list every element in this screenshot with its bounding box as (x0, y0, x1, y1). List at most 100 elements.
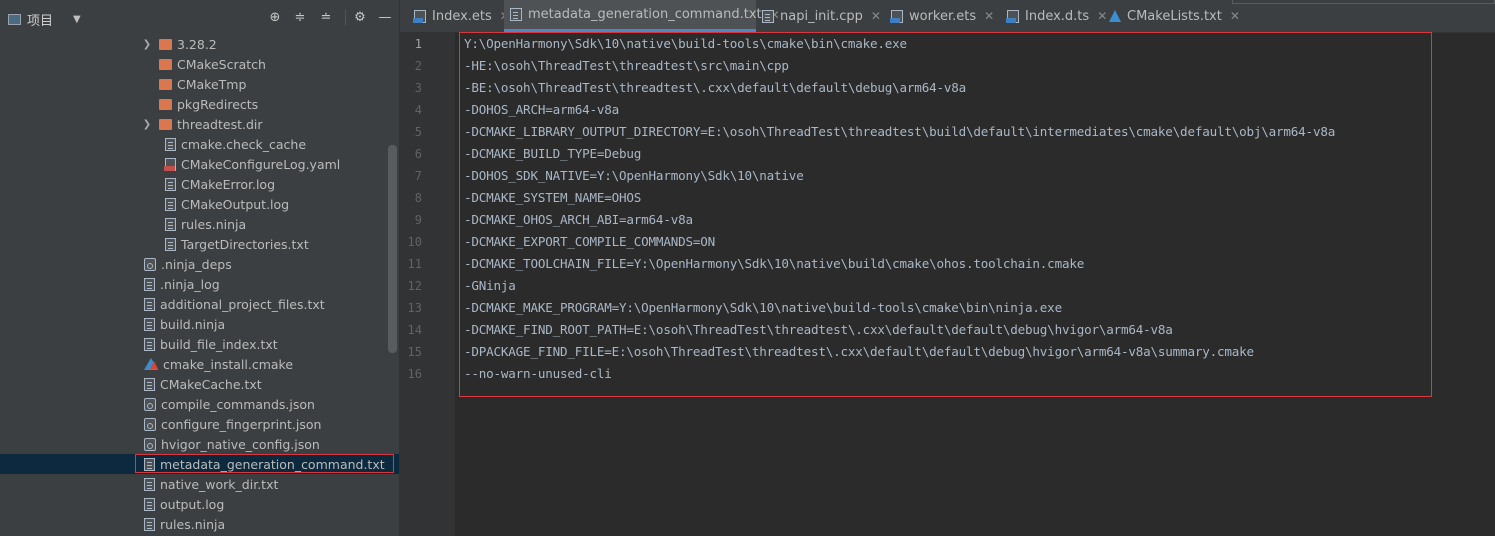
editor-tab[interactable]: Index.d.ts ✕ (1001, 0, 1107, 32)
ets-file-icon (413, 9, 426, 23)
tree-item[interactable]: compile_commands.json (0, 394, 399, 414)
line-number: 2 (414, 59, 422, 73)
folder-icon (159, 98, 172, 110)
text-file-icon (510, 8, 522, 21)
expand-all-icon[interactable]: ≑ (292, 10, 308, 26)
project-view-selector[interactable]: 项目 ▼ (8, 10, 81, 29)
tree-item-label: CMakeTmp (177, 76, 247, 92)
selected-item-highlight (135, 454, 394, 473)
chevron-down-icon[interactable]: ▼ (73, 14, 81, 25)
tab-label: worker.ets (909, 8, 977, 24)
tab-label: napi_init.cpp (780, 8, 863, 24)
text-file-icon (144, 517, 155, 531)
folder-icon (159, 38, 172, 50)
tree-item[interactable]: CMakeError.log (0, 174, 399, 194)
close-icon[interactable]: ✕ (984, 9, 994, 23)
tree-item[interactable]: pkgRedirects (0, 94, 399, 114)
tree-item-label: 3.28.2 (177, 36, 217, 52)
line-number: 1 (414, 37, 422, 51)
tab-label: Index.ets (432, 8, 492, 24)
tree-item[interactable]: CMakeCache.txt (0, 374, 399, 394)
tree-item-label: CMakeCache.txt (160, 376, 262, 392)
tree-item-label: cmake_install.cmake (163, 356, 294, 372)
tree-item-label: output.log (160, 496, 225, 512)
tree-item-label: build.ninja (160, 316, 226, 332)
tree-item[interactable]: configure_fingerprint.json (0, 414, 399, 434)
config-file-icon (144, 257, 156, 271)
config-file-icon (144, 437, 156, 451)
editor-tab[interactable]: worker.ets ✕ (885, 0, 1001, 32)
text-file-icon (144, 337, 155, 351)
text-file-icon (165, 237, 176, 251)
tree-item[interactable]: build_file_index.txt (0, 334, 399, 354)
line-number: 15 (407, 345, 422, 359)
tree-item[interactable]: CMakeOutput.log (0, 194, 399, 214)
tree-item[interactable]: CMakeTmp (0, 74, 399, 94)
line-number-gutter: 1 2 3 4 5 6 7 8 9 10 11 12 13 14 15 16 (400, 33, 455, 536)
tree-item[interactable]: .ninja_deps (0, 254, 399, 274)
tree-item[interactable]: .ninja_log (0, 274, 399, 294)
tree-scrollbar[interactable] (388, 145, 397, 353)
line-number: 4 (414, 103, 422, 117)
line-number: 5 (414, 125, 422, 139)
crosshair-icon[interactable]: ⊕ (267, 10, 283, 26)
tree-item-label: additional_project_files.txt (160, 296, 325, 312)
gear-icon[interactable]: ⚙ (352, 10, 368, 26)
tree-item[interactable]: ❯ threadtest.dir (0, 114, 399, 134)
text-file-icon (165, 217, 176, 231)
line-number: 14 (407, 323, 422, 337)
text-file-icon (144, 317, 155, 331)
folder-icon (159, 118, 172, 130)
tree-item[interactable]: hvigor_native_config.json (0, 434, 399, 454)
close-icon[interactable]: ✕ (871, 9, 881, 23)
editor-tab-bar: Index.ets✕metadata_generation_command.tx… (400, 0, 1495, 33)
tree-item[interactable]: TargetDirectories.txt (0, 234, 399, 254)
tree-item[interactable]: native_work_dir.txt (0, 474, 399, 494)
tree-item[interactable]: rules.ninja (0, 514, 399, 534)
tree-item[interactable]: metadata_generation_command.txt (0, 454, 399, 474)
chevron-right-icon[interactable]: ❯ (141, 39, 153, 50)
tree-item-label: .ninja_deps (161, 256, 232, 272)
line-number: 6 (414, 147, 422, 161)
tree-item[interactable]: additional_project_files.txt (0, 294, 399, 314)
tree-item-label: CMakeError.log (181, 176, 276, 192)
editor-tab[interactable]: napi_init.cpp ✕ (756, 0, 885, 32)
tree-item[interactable]: output.log (0, 494, 399, 514)
tree-item[interactable]: ❯ 3.28.2 (0, 34, 399, 54)
text-file-icon (762, 9, 774, 23)
editor-tab[interactable]: Index.ets✕ (408, 0, 510, 32)
config-file-icon (144, 417, 156, 431)
tree-item[interactable]: CMakeConfigureLog.yaml (0, 154, 399, 174)
tree-item[interactable]: build.ninja (0, 314, 399, 334)
collapse-all-icon[interactable]: ≐ (318, 10, 334, 26)
close-icon[interactable]: ✕ (1230, 9, 1240, 23)
tree-item[interactable]: cmake_install.cmake (0, 354, 399, 374)
ets-file-icon (890, 9, 903, 23)
tree-item-label: TargetDirectories.txt (181, 236, 309, 252)
text-file-icon (165, 137, 176, 151)
search-field-edge[interactable] (1232, 0, 1495, 4)
line-number: 7 (414, 169, 422, 183)
editor-tab[interactable]: metadata_generation_command.txt ✕ (504, 0, 780, 32)
tab-label: Index.d.ts (1025, 8, 1090, 24)
ets-file-icon (1006, 9, 1019, 23)
config-file-icon (144, 397, 156, 411)
tree-item-label: .ninja_log (160, 276, 220, 292)
tree-item[interactable]: CMakeScratch (0, 54, 399, 74)
folder-icon (159, 78, 172, 90)
text-file-icon (144, 497, 155, 511)
text-file-icon (144, 477, 155, 491)
tree-item-label: native_work_dir.txt (160, 476, 279, 492)
toolbar-divider (345, 10, 346, 26)
code-editor[interactable]: 1 2 3 4 5 6 7 8 9 10 11 12 13 14 15 16 Y:\OpenHarmony\S… (400, 32, 1495, 536)
tree-item-label: CMakeScratch (177, 56, 266, 72)
editor-tab[interactable]: CMakeLists.txt ✕ (1103, 0, 1240, 32)
text-file-icon (144, 277, 155, 291)
folder-icon (159, 58, 172, 70)
minimize-icon[interactable]: — (377, 10, 393, 26)
tree-item[interactable]: cmake.check_cache (0, 134, 399, 154)
text-file-icon (165, 177, 176, 191)
tree-item[interactable]: rules.ninja (0, 214, 399, 234)
tab-label: CMakeLists.txt (1127, 8, 1222, 24)
chevron-right-icon[interactable]: ❯ (141, 119, 153, 130)
